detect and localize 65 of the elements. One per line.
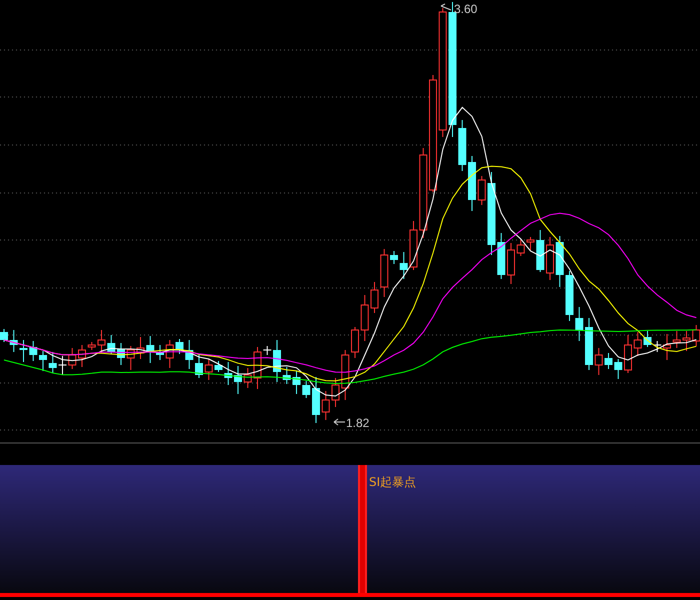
candlestick	[507, 242, 515, 284]
candlestick	[332, 378, 340, 408]
candlestick	[88, 342, 96, 350]
candlestick	[380, 248, 388, 298]
candlestick	[410, 220, 418, 270]
price-label: 1.82	[346, 416, 370, 430]
candlestick	[282, 366, 291, 384]
candlestick	[390, 250, 398, 264]
candlestick	[322, 390, 330, 420]
candlestick	[48, 352, 57, 374]
candlestick	[126, 346, 135, 370]
candlestick	[107, 334, 116, 354]
candlestick	[497, 232, 506, 280]
candlestick	[614, 358, 622, 380]
candlestick	[351, 326, 359, 358]
candlestick	[185, 340, 194, 370]
candlestick	[68, 348, 76, 370]
candlestick	[360, 294, 369, 342]
candlestick	[341, 350, 350, 400]
candlestick	[195, 354, 203, 378]
candlestick	[224, 362, 232, 386]
candlestick	[594, 348, 603, 376]
candlestick	[244, 368, 252, 388]
candlestick	[672, 330, 681, 348]
candlestick	[234, 366, 242, 394]
candlestick	[176, 338, 184, 354]
candlestick	[546, 236, 554, 280]
candlestick	[98, 330, 106, 354]
candlestick	[39, 350, 47, 372]
candlestick	[20, 340, 28, 362]
candlestick	[468, 156, 476, 212]
candlestick	[536, 230, 544, 272]
candlestick	[117, 342, 125, 366]
candlestick	[556, 236, 564, 288]
leader-line	[440, 4, 452, 10]
candlestick	[575, 306, 584, 342]
candlestick	[585, 318, 593, 370]
candlestick	[370, 282, 378, 314]
candlestick	[204, 358, 213, 380]
candlestick	[478, 176, 486, 206]
candlestick	[292, 370, 300, 394]
candlestick	[526, 236, 534, 250]
indicator-title: SI起暴点	[369, 474, 416, 491]
candlestick	[458, 120, 466, 172]
candlestick	[166, 340, 174, 368]
candlestick	[624, 334, 632, 374]
candlestick	[156, 344, 164, 360]
candlestick	[634, 332, 642, 356]
candlestick	[214, 360, 222, 372]
candlestick	[146, 336, 154, 364]
leader-line	[334, 418, 346, 426]
candlestick	[58, 356, 67, 376]
candlestick	[136, 336, 144, 360]
candlestick	[604, 352, 612, 370]
candlestick	[302, 380, 310, 398]
candlestick	[29, 340, 38, 362]
candlestick	[10, 330, 18, 352]
candlestick	[516, 240, 525, 256]
candlestick	[682, 330, 690, 352]
candlestick	[312, 376, 320, 424]
candlestick	[0, 328, 8, 342]
candlestick	[78, 344, 86, 368]
candlestick	[566, 270, 574, 322]
price-label: 3.60	[454, 2, 478, 16]
candlestick	[400, 252, 408, 280]
